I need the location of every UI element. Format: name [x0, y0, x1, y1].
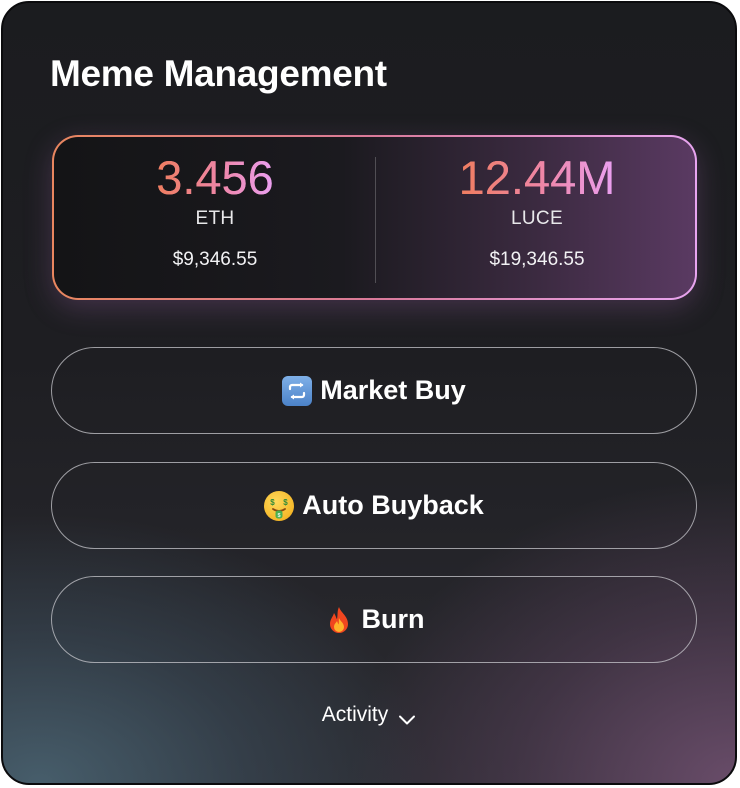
meme-management-card: Meme Management 3.456 ETH $9,346.55 12.4…	[1, 1, 737, 785]
activity-label: Activity	[321, 703, 389, 726]
market-buy-button[interactable]: Market Buy	[51, 347, 697, 434]
fire-icon	[324, 605, 354, 635]
balance-amount: 3.456	[54, 151, 376, 205]
activity-toggle[interactable]: Activity	[3, 703, 735, 727]
svg-text:$: $	[284, 498, 289, 507]
chevron-down-icon	[398, 708, 416, 725]
balance-panel: 3.456 ETH $9,346.55 12.44M LUCE $19,346.…	[52, 135, 697, 300]
balance-ticker: LUCE	[511, 208, 563, 229]
auto-buyback-label: Auto Buyback	[302, 490, 484, 520]
burn-button[interactable]: Burn	[51, 576, 697, 663]
repeat-icon	[282, 375, 313, 406]
money-mouth-face-icon: $ $ $	[264, 490, 295, 521]
balance-usd-value: $9,346.55	[172, 249, 258, 270]
market-buy-label: Market Buy	[320, 375, 466, 405]
balance-eth: 3.456 ETH $9,346.55	[54, 137, 376, 298]
balance-ticker: ETH	[195, 208, 235, 229]
svg-text:$: $	[271, 498, 276, 507]
balance-amount: 12.44M	[376, 151, 698, 205]
card-title: Meme Management	[50, 53, 387, 94]
balance-usd-value: $19,346.55	[489, 249, 585, 270]
burn-label: Burn	[361, 604, 425, 634]
svg-text:$: $	[278, 513, 281, 519]
auto-buyback-button[interactable]: $ $ $ Auto Buyback	[51, 462, 697, 549]
balance-luce: 12.44M LUCE $19,346.55	[376, 137, 698, 298]
